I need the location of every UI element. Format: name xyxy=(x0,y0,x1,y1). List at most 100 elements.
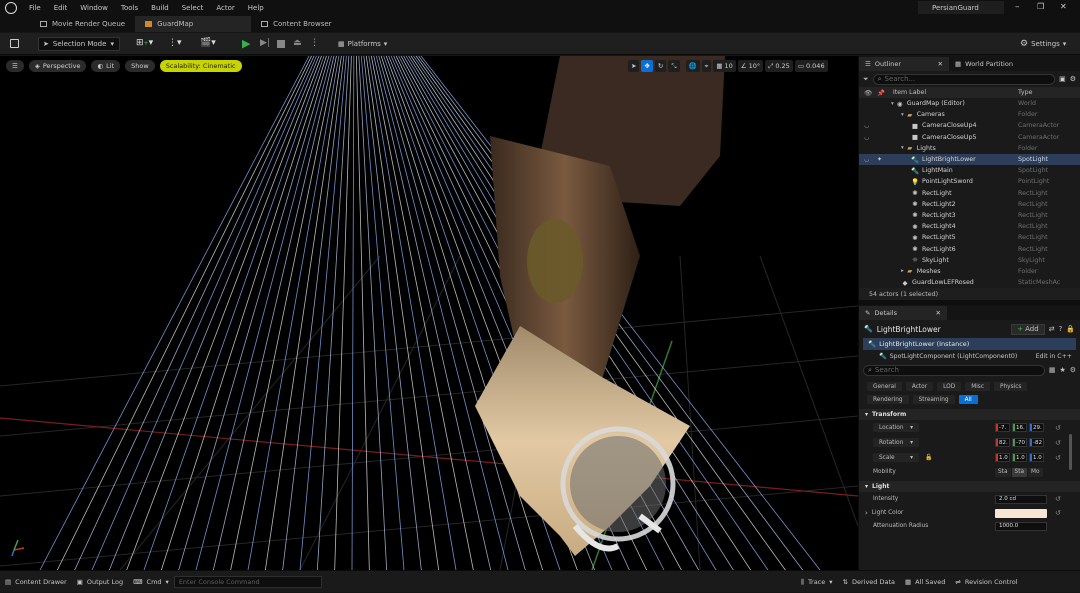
mobility-movable[interactable]: Mo xyxy=(1028,467,1043,477)
blueprint-icon[interactable]: ⋮▾ xyxy=(168,38,182,48)
transform-section-header[interactable]: ▾ Transform xyxy=(859,409,1080,420)
menu-actor[interactable]: Actor xyxy=(216,4,234,12)
menu-help[interactable]: Help xyxy=(248,4,264,12)
chevron-down-icon[interactable]: ▾ xyxy=(901,145,904,151)
chevron-down-icon[interactable]: ▾ xyxy=(891,101,894,107)
filter-icon[interactable]: ⏷ xyxy=(863,75,869,84)
scale-y-field[interactable]: 1.0 xyxy=(1012,453,1027,462)
menu-build[interactable]: Build xyxy=(151,4,169,12)
category-rendering[interactable]: Rendering xyxy=(867,395,909,404)
pin-icon[interactable]: ✦ xyxy=(877,156,882,163)
light-section-header[interactable]: ▾ Light xyxy=(859,481,1080,492)
reset-icon[interactable]: ↺ xyxy=(1055,495,1061,503)
all-saved-button[interactable]: ▦ All Saved xyxy=(900,571,950,593)
tab-outliner[interactable]: ☰ Outliner ✕ xyxy=(859,56,949,71)
settings-button[interactable]: ⚙ Settings ▾ xyxy=(1016,37,1070,51)
outliner-row[interactable]: ▾ ◉ GuardMap (Editor) World xyxy=(859,98,1080,109)
unreal-logo-icon[interactable] xyxy=(5,2,17,14)
intensity-field[interactable]: 2.0 cd xyxy=(995,494,1047,504)
world-space-icon[interactable]: 🌐 xyxy=(685,60,700,72)
reset-icon[interactable]: ↺ xyxy=(1055,439,1061,447)
outliner-row[interactable]: ▾ ▰ Lights Folder xyxy=(859,143,1080,154)
rotation-dropdown[interactable]: Rotation ▾ xyxy=(873,438,919,447)
output-log-button[interactable]: ▣ Output Log xyxy=(72,571,128,593)
category-all[interactable]: All xyxy=(958,395,978,404)
rotation-snap-button[interactable]: ∠ 10° xyxy=(737,60,764,72)
surface-snap-icon[interactable]: ⌖ xyxy=(701,60,712,72)
outliner-row[interactable]: ✺ RectLight RectLight xyxy=(859,188,1080,199)
tab-world-partition[interactable]: ▦ World Partition xyxy=(949,57,1019,71)
save-icon[interactable] xyxy=(10,39,19,48)
add-component-button[interactable]: + Add xyxy=(1011,323,1045,335)
trace-button[interactable]: ⫼ Trace ▾ xyxy=(796,571,838,593)
outliner-row[interactable]: ▸ ▰ Meshes Folder xyxy=(859,266,1080,277)
tab-guardmap[interactable]: GuardMap xyxy=(135,16,252,32)
camera-speed-button[interactable]: ▭ 0.046 xyxy=(794,60,828,72)
mobility-static[interactable]: Sta xyxy=(995,467,1011,477)
outliner-row[interactable]: ◡ ■ CameraCloseUp4 CameraActor xyxy=(859,120,1080,131)
component-instance-row[interactable]: 🔦 LightBrightLower (Instance) xyxy=(863,338,1076,350)
perspective-button[interactable]: ◈ Perspective xyxy=(28,60,87,72)
rotate-tool-icon[interactable]: ↻ xyxy=(654,60,667,72)
visibility-icon[interactable]: ◡ xyxy=(864,134,869,141)
rotation-x-field[interactable]: 82. xyxy=(995,438,1010,447)
reset-icon[interactable]: ↺ xyxy=(1055,454,1061,462)
menu-window[interactable]: Window xyxy=(80,4,108,12)
reset-icon[interactable]: ↺ xyxy=(1055,509,1061,517)
outliner-row[interactable]: ✺ RectLight2 RectLight xyxy=(859,199,1080,210)
more-options-icon[interactable]: ⋮ xyxy=(310,38,319,48)
location-y-field[interactable]: 16. xyxy=(1012,423,1027,432)
type-header[interactable]: Type xyxy=(1018,89,1032,96)
minimize-button[interactable]: – xyxy=(1015,2,1020,12)
light-color-swatch[interactable] xyxy=(995,508,1047,518)
outliner-row[interactable]: ◡ ✦ 🔦 LightBrightLower SpotLight xyxy=(859,153,1080,166)
outliner-row[interactable]: ✺ RectLight5 RectLight xyxy=(859,232,1080,243)
outliner-row[interactable]: ◆ GuardLowLEFRosed StaticMeshAc xyxy=(859,277,1080,288)
scale-z-field[interactable]: 1.0 xyxy=(1029,453,1044,462)
select-tool-icon[interactable]: ➤ xyxy=(628,60,640,72)
translate-tool-icon[interactable]: ✥ xyxy=(641,60,653,72)
attenuation-field[interactable]: 1000.0 xyxy=(995,521,1047,531)
platforms-dropdown[interactable]: ▦ Platforms ▾ xyxy=(334,37,391,51)
scale-x-field[interactable]: 1.0 xyxy=(995,453,1010,462)
outliner-row[interactable]: ✺ RectLight4 RectLight xyxy=(859,221,1080,232)
outliner-row[interactable]: ▾ ▰ Cameras Folder xyxy=(859,109,1080,120)
show-button[interactable]: Show xyxy=(125,60,155,72)
outliner-row[interactable]: ✺ RectLight3 RectLight xyxy=(859,210,1080,221)
outliner-row[interactable]: ☼ SkyLight SkyLight xyxy=(859,255,1080,266)
outliner-row[interactable]: ✺ RectLight6 RectLight xyxy=(859,243,1080,254)
play-icon[interactable]: ▶ xyxy=(242,37,250,50)
tab-content-browser[interactable]: Content Browser xyxy=(251,16,341,32)
location-dropdown[interactable]: Location ▾ xyxy=(873,423,919,432)
lock-icon[interactable]: 🔒 xyxy=(1066,325,1075,333)
mobility-toggle[interactable]: Sta Sta Mo xyxy=(995,467,1043,477)
location-z-field[interactable]: 29. xyxy=(1029,423,1044,432)
cmd-dropdown[interactable]: ⌨ Cmd ▾ xyxy=(128,571,174,593)
details-search-input[interactable]: ⌕ Search xyxy=(863,364,1045,376)
outliner-row[interactable]: 💡 PointLightSword PointLight xyxy=(859,176,1080,187)
cinematics-icon[interactable]: 🎬▾ xyxy=(200,38,216,48)
close-icon[interactable]: ✕ xyxy=(938,60,943,68)
category-general[interactable]: General xyxy=(867,382,902,391)
chevron-down-icon[interactable]: ▸ xyxy=(901,268,904,274)
category-physics[interactable]: Physics xyxy=(994,382,1028,391)
maximize-button[interactable]: ❐ xyxy=(1037,2,1044,11)
eject-icon[interactable]: ⏏ xyxy=(293,38,302,48)
lit-button[interactable]: ◐ Lit xyxy=(91,60,121,72)
visibility-icon[interactable]: ◡ xyxy=(864,122,869,129)
blueprint-convert-icon[interactable]: ⇄ xyxy=(1049,325,1055,333)
outliner-search-input[interactable]: ⌕ Search... xyxy=(872,73,1056,85)
stop-icon[interactable] xyxy=(277,40,285,48)
rotation-y-field[interactable]: -70 xyxy=(1012,438,1027,447)
revision-control-button[interactable]: ⇌ Revision Control xyxy=(950,571,1022,593)
settings-gear-icon[interactable]: ⚙ xyxy=(1070,366,1076,374)
outliner-row[interactable]: 🔦 LightMain SpotLight xyxy=(859,165,1080,176)
menu-tools[interactable]: Tools xyxy=(121,4,138,12)
visibility-icon[interactable]: ◡ xyxy=(864,156,869,163)
level-viewport[interactable]: ☰ ◈ Perspective ◐ Lit Show Scalability: … xyxy=(0,56,858,570)
settings-gear-icon[interactable]: ⚙ xyxy=(1070,75,1076,83)
add-folder-icon[interactable]: ▣ xyxy=(1059,75,1066,83)
add-actor-icon[interactable]: ⊞+▾ xyxy=(136,38,153,48)
close-button[interactable]: ✕ xyxy=(1060,2,1067,11)
console-input[interactable]: Enter Console Command xyxy=(173,575,322,588)
